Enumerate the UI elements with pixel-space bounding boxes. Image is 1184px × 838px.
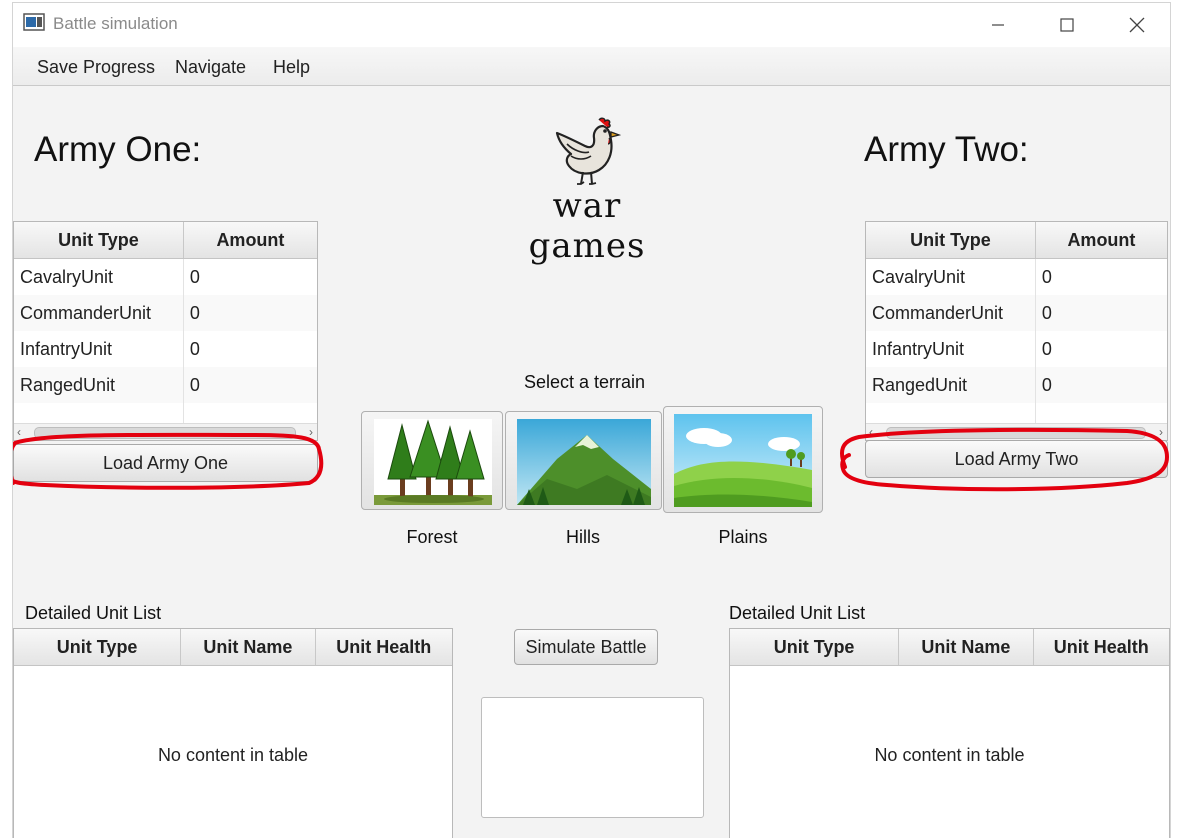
simulate-battle-button[interactable]: Simulate Battle (514, 629, 658, 665)
table-row[interactable]: RangedUnit 0 (866, 367, 1167, 403)
menu-bar: Save Progress Navigate Help (13, 47, 1170, 86)
scroll-right-icon[interactable]: › (1159, 425, 1163, 439)
terrain-plains-button[interactable] (663, 406, 823, 513)
column-header-unit-health[interactable]: Unit Health (316, 629, 452, 665)
maximize-icon (1060, 18, 1074, 32)
army-two-table-header: Unit Type Amount (866, 222, 1167, 259)
column-header-unit-name[interactable]: Unit Name (181, 629, 316, 665)
cell-amount: 0 (189, 339, 200, 359)
table-row[interactable]: InfantryUnit 0 (14, 331, 317, 367)
window-title: Battle simulation (53, 14, 178, 33)
logo-line-war: war (552, 186, 622, 226)
table-row-empty (866, 403, 1167, 423)
column-header-unit-type[interactable]: Unit Type (866, 222, 1036, 258)
terrain-forest-button[interactable] (361, 411, 503, 510)
terrain-prompt: Select a terrain (524, 372, 646, 392)
close-button[interactable] (1114, 9, 1160, 41)
army-two-title: Army Two: (864, 130, 1029, 169)
table-row[interactable]: RangedUnit 0 (14, 367, 317, 403)
scroll-right-icon[interactable]: › (309, 425, 313, 439)
scrollbar-thumb[interactable] (34, 427, 296, 439)
minimize-button[interactable] (975, 9, 1021, 41)
maximize-button[interactable] (1044, 9, 1090, 41)
detail-one-table-header: Unit Type Unit Name Unit Health (14, 629, 452, 666)
scroll-left-icon[interactable]: ‹ (17, 425, 21, 439)
column-header-unit-health[interactable]: Unit Health (1034, 629, 1169, 665)
load-army-one-button[interactable]: Load Army One (13, 444, 318, 482)
table-row-empty (14, 403, 317, 423)
empty-table-message: No content in table (157, 745, 309, 765)
cell-empty (184, 403, 317, 423)
terrain-forest-label: Forest (406, 527, 458, 547)
terrain-hills-label: Hills (566, 527, 600, 547)
army-two-horizontal-scrollbar[interactable]: ‹ › (866, 423, 1167, 440)
army-one-table[interactable]: Unit Type Amount CavalryUnit 0 Commander… (13, 221, 318, 441)
load-army-two-button[interactable]: Load Army Two (865, 440, 1168, 478)
table-row[interactable]: CommanderUnit 0 (866, 295, 1167, 331)
minimize-icon (992, 24, 1004, 26)
scrollbar-thumb[interactable] (886, 427, 1146, 439)
hills-icon (517, 419, 651, 505)
cell-unit-type: RangedUnit (866, 367, 1036, 403)
title-bar: Battle simulation (13, 3, 1170, 47)
cell-unit-type: InfantryUnit (14, 331, 184, 367)
menu-navigate[interactable]: Navigate (175, 57, 246, 78)
app-window: Battle simulation Save Progress Navigate… (12, 2, 1171, 838)
cell-amount: 0 (189, 303, 200, 323)
table-row[interactable]: CommanderUnit 0 (14, 295, 317, 331)
detail-two-table[interactable]: Unit Type Unit Name Unit Health No conte… (729, 628, 1170, 838)
cell-unit-type: CommanderUnit (14, 295, 184, 331)
army-one-table-header: Unit Type Amount (14, 222, 317, 259)
forest-icon (374, 419, 492, 505)
detail-two-label: Detailed Unit List (729, 603, 866, 623)
table-row[interactable]: InfantryUnit 0 (866, 331, 1167, 367)
cell-unit-type: CavalryUnit (14, 259, 184, 295)
chicken-logo-icon (555, 117, 621, 185)
army-one-horizontal-scrollbar[interactable]: ‹ › (14, 423, 317, 440)
table-row[interactable]: CavalryUnit 0 (14, 259, 317, 295)
cell-amount: 0 (1041, 339, 1052, 359)
cell-empty (866, 403, 1036, 423)
terrain-hills-button[interactable] (505, 411, 662, 510)
column-header-amount[interactable]: Amount (184, 222, 317, 258)
logo-line-games: games (528, 226, 646, 266)
cell-empty (1036, 403, 1167, 423)
cell-amount: 0 (1041, 303, 1052, 323)
detail-one-label: Detailed Unit List (25, 603, 162, 623)
cell-amount: 0 (1041, 267, 1052, 287)
cell-amount: 0 (189, 267, 200, 287)
battle-log-textarea[interactable] (481, 697, 704, 818)
army-one-title: Army One: (34, 130, 202, 169)
cell-amount: 0 (1041, 375, 1052, 395)
cell-unit-type: CommanderUnit (866, 295, 1036, 331)
close-icon (1129, 17, 1145, 33)
column-header-unit-type[interactable]: Unit Type (14, 629, 182, 665)
column-header-unit-type[interactable]: Unit Type (730, 629, 900, 665)
app-icon (23, 13, 45, 31)
detail-two-table-header: Unit Type Unit Name Unit Health (730, 629, 1169, 666)
column-header-unit-name[interactable]: Unit Name (899, 629, 1034, 665)
cell-unit-type: RangedUnit (14, 367, 184, 403)
empty-table-message: No content in table (874, 745, 1025, 765)
column-header-amount[interactable]: Amount (1036, 222, 1167, 258)
menu-save-progress[interactable]: Save Progress (37, 57, 155, 78)
plains-icon (674, 414, 812, 507)
logo-text: war games (513, 186, 661, 266)
menu-help[interactable]: Help (273, 57, 310, 78)
cell-unit-type: CavalryUnit (866, 259, 1036, 295)
table-row[interactable]: CavalryUnit 0 (866, 259, 1167, 295)
cell-empty (14, 403, 184, 423)
scroll-left-icon[interactable]: ‹ (869, 425, 873, 439)
column-header-unit-type[interactable]: Unit Type (14, 222, 184, 258)
cell-amount: 0 (189, 375, 200, 395)
terrain-plains-label: Plains (718, 527, 768, 547)
detail-one-table[interactable]: Unit Type Unit Name Unit Health No conte… (13, 628, 453, 838)
cell-unit-type: InfantryUnit (866, 331, 1036, 367)
army-two-table[interactable]: Unit Type Amount CavalryUnit 0 Commander… (865, 221, 1168, 441)
